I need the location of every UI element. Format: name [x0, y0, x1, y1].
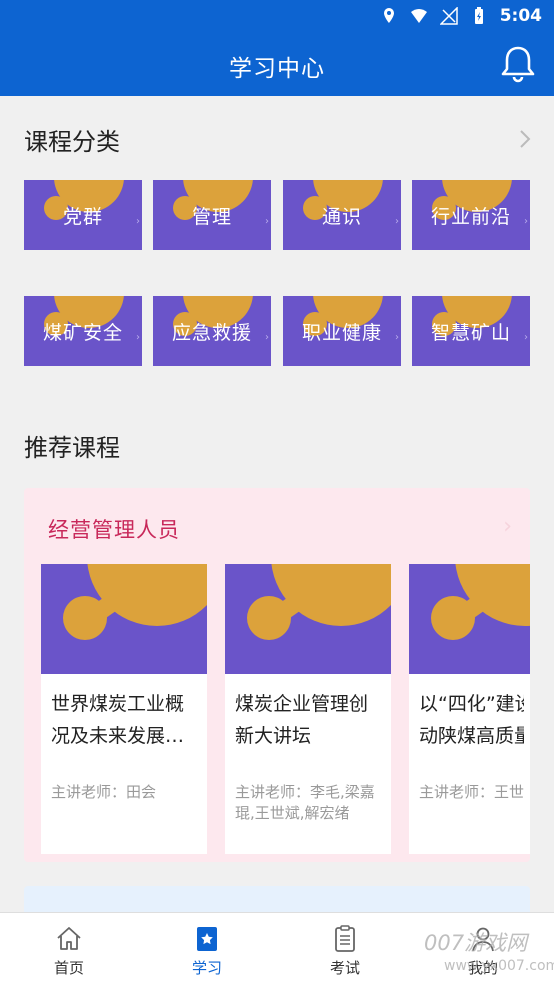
category-smart-mine[interactable]: 智慧矿山 ›	[412, 296, 530, 366]
category-label: 党群	[62, 206, 103, 228]
main-content: 课程分类 党群 › 管理 › 通识 › 行业前沿 › 煤矿安全 › 应急救援 ›…	[0, 96, 554, 912]
category-label: 职业健康	[301, 322, 382, 344]
bell-icon[interactable]	[500, 44, 536, 84]
app-bar: 学习中心	[0, 34, 554, 96]
nav-study[interactable]: 学习	[138, 913, 276, 986]
course-title: 世界煤炭工业概 况及未来发展…	[51, 693, 185, 747]
nav-home[interactable]: 首页	[0, 913, 138, 986]
study-icon	[197, 927, 217, 951]
panel-title[interactable]: 经营管理人员	[48, 514, 180, 544]
category-label: 应急救援	[171, 322, 252, 344]
course-title: 以“四化”建设 动陕煤高质量	[419, 693, 524, 747]
category-label: 行业前沿	[430, 206, 511, 228]
battery-icon	[474, 7, 483, 24]
status-bar: 5:04	[0, 0, 554, 34]
chevron-right-icon[interactable]	[518, 128, 532, 150]
course-title: 煤炭企业管理创 新大讲坛	[235, 693, 369, 747]
course-thumbnail	[225, 564, 391, 674]
course-thumbnail	[409, 564, 530, 674]
category-label: 管理	[191, 206, 232, 228]
category-section-title: 课程分类	[24, 128, 120, 156]
category-occupational-health[interactable]: 职业健康 ›	[283, 296, 401, 366]
location-icon	[383, 8, 394, 23]
category-label: 煤矿安全	[42, 322, 123, 344]
course-card[interactable]: 世界煤炭工业概 况及未来发展… 主讲老师：田会	[41, 564, 207, 854]
watermark-url: www.yx007.com	[444, 958, 554, 974]
category-label: 通识	[321, 206, 362, 228]
course-teacher: 主讲老师：田会	[51, 783, 157, 801]
category-party[interactable]: 党群 ›	[24, 180, 142, 250]
page-title: 学习中心	[229, 56, 325, 82]
nav-label: 考试	[329, 959, 360, 977]
course-card[interactable]: 以“四化”建设 动陕煤高质量 主讲老师：王世	[409, 564, 530, 854]
recommend-panel-managers: 经营管理人员 › 世界煤炭工业概 况及未来发展… 主讲老师：田会 煤炭企业管理创…	[24, 488, 530, 862]
course-teacher: 主讲老师：李毛,梁嘉琨,王世斌,解宏绪	[235, 783, 375, 822]
nav-exam[interactable]: 考试	[276, 913, 414, 986]
category-general[interactable]: 通识 ›	[283, 180, 401, 250]
wifi-icon	[410, 9, 427, 23]
category-management[interactable]: 管理 ›	[153, 180, 271, 250]
course-thumbnail	[41, 564, 207, 674]
category-label: 智慧矿山	[430, 322, 511, 344]
category-emergency-rescue[interactable]: 应急救援 ›	[153, 296, 271, 366]
signal-icon	[439, 7, 458, 25]
status-time: 5:04	[499, 6, 542, 26]
recommend-section-title: 推荐课程	[24, 434, 120, 462]
course-card[interactable]: 煤炭企业管理创 新大讲坛 主讲老师：李毛,梁嘉琨,王世斌,解宏绪	[225, 564, 391, 854]
watermark-text: 007游戏网	[424, 931, 528, 955]
category-industry-frontier[interactable]: 行业前沿 ›	[412, 180, 530, 250]
nav-label: 首页	[53, 959, 84, 977]
exam-icon	[335, 925, 355, 952]
chevron-right-icon[interactable]: ›	[503, 514, 512, 539]
next-recommend-panel	[24, 886, 530, 912]
home-icon	[57, 927, 81, 950]
category-coal-safety[interactable]: 煤矿安全 ›	[24, 296, 142, 366]
nav-label: 学习	[191, 959, 222, 977]
course-teacher: 主讲老师：王世	[419, 783, 524, 801]
